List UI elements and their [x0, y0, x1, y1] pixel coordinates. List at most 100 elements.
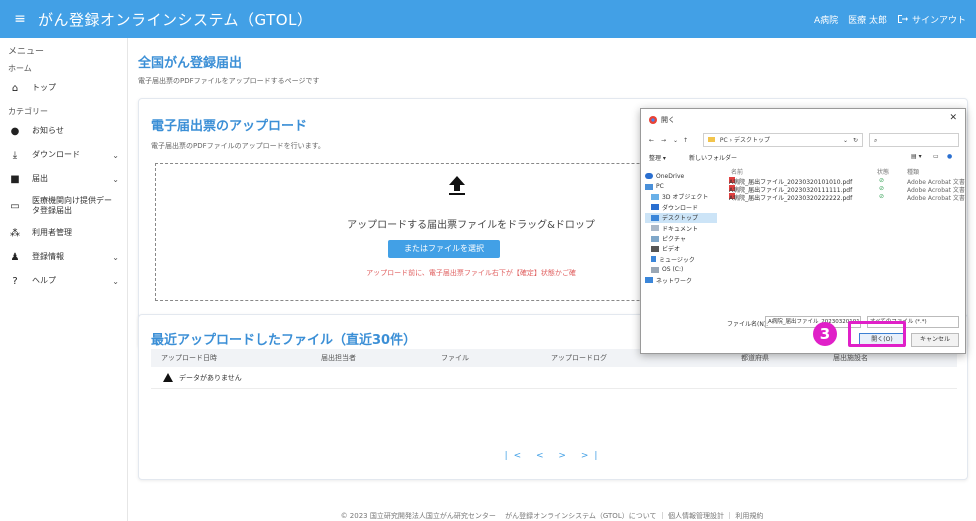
address-dropdown-icon[interactable]: ⌄ [843, 137, 848, 144]
nav-item-label: ビデオ [662, 246, 681, 254]
nav-item-documents[interactable]: ドキュメント [645, 223, 717, 233]
sync-ok-icon: ⊘ [879, 193, 885, 200]
file-icon: ■ [10, 173, 20, 185]
nav-item-desktop[interactable]: デスクトップ [645, 212, 717, 223]
address-bar[interactable]: PC › デスクトップ [703, 133, 863, 147]
warning-icon [163, 373, 173, 382]
upload-title: 電子届出票のアップロード [151, 119, 308, 134]
user-settings-icon: ♟ [10, 251, 20, 263]
signout-button[interactable]: サインアウト [897, 13, 966, 26]
recent-title: 最近アップロードしたファイル（直近30件） [151, 333, 417, 348]
file-row[interactable]: A病院_届出ファイル_20230320101010.pdf ⊘ Adobe Ac… [725, 177, 965, 186]
sidebar-item-label: トップ [32, 83, 56, 92]
file-type: Adobe Acrobat 文書 [907, 195, 965, 202]
file-list: 名前 状態 種類 A病院_届出ファイル_20230320101010.pdf ⊘… [725, 167, 965, 305]
dialog-title-bar: 開く [649, 115, 675, 125]
nav-item-label: OneDrive [656, 172, 685, 180]
chevron-down-icon: ⌄ [112, 276, 119, 286]
column-header: 状態 [877, 169, 890, 176]
nav-item-onedrive[interactable]: OneDrive [645, 171, 717, 181]
chrome-icon [649, 116, 657, 124]
organize-button[interactable]: 整理 ▾ [649, 153, 666, 162]
nav-item-label: ダウンロード [662, 204, 699, 212]
nav-item-label: デスクトップ [662, 215, 699, 223]
forward-arrow-icon[interactable]: → [661, 137, 666, 144]
nav-item-pictures[interactable]: ピクチャ [645, 233, 717, 243]
search-field[interactable]: ⌕ [869, 133, 959, 147]
document-icon [651, 225, 659, 232]
sidebar-item-news[interactable]: ● お知らせ [0, 119, 127, 143]
nav-item-label: OS (C:) [662, 266, 684, 274]
file-row[interactable]: A病院_届出ファイル_20230320222222.pdf ⊘ Adobe Ac… [725, 193, 965, 202]
recent-uploads-table: アップロード日時 届出担当者 ファイル アップロードログ 都道府県 届出施設名 … [151, 349, 957, 389]
sidebar-section-category: カテゴリー [8, 107, 48, 116]
sidebar-item-label: 登録情報 [32, 252, 64, 261]
filename-input[interactable]: A病院_届出ファイル_20230320101010 [765, 316, 861, 328]
cancel-button[interactable]: キャンセル [911, 333, 959, 347]
table-row: データがありません [151, 367, 957, 389]
sidebar-menu-label: メニュー [8, 47, 45, 57]
file-list-header: 名前 状態 種類 [725, 167, 961, 177]
up-arrow-icon[interactable]: ↑ [683, 137, 688, 144]
sidebar-item-label: 医療機関向け提供データ登録届出 [32, 196, 112, 215]
new-folder-button[interactable]: 新しいフォルダー [689, 153, 737, 162]
column-header: 届出担当者 [321, 354, 356, 362]
nav-item-videos[interactable]: ビデオ [645, 244, 717, 254]
music-icon [651, 256, 656, 263]
pagination[interactable]: |< < > >| [139, 451, 969, 461]
nav-item-music[interactable]: ミュージック [645, 254, 717, 264]
help-circle-icon[interactable]: ● [947, 153, 952, 160]
info-icon: ● [10, 125, 20, 137]
cloud-icon [645, 173, 653, 180]
sidebar-item-label: ダウンロード [32, 150, 80, 159]
empty-message: データがありません [179, 373, 242, 382]
nav-item-network[interactable]: ネットワーク [645, 275, 717, 285]
address-bar-row: ← → ⌄ ↑ PC › デスクトップ ⌄ ↻ ⌕ [645, 133, 963, 147]
preview-pane-icon[interactable]: ▭ [933, 153, 939, 160]
recent-chevron-icon[interactable]: ⌄ [673, 137, 678, 144]
nav-item-downloads[interactable]: ダウンロード [645, 202, 717, 212]
picture-icon [651, 235, 659, 242]
sidebar-item-help[interactable]: ? ヘルプ ⌄ [0, 269, 127, 293]
nav-item-label: 3D オブジェクト [662, 194, 709, 202]
file-open-dialog: 開く ✕ ← → ⌄ ↑ PC › デスクトップ ⌄ ↻ ⌕ 整理 ▾ 新しいフ… [640, 108, 966, 354]
video-icon [651, 245, 659, 252]
sidebar-item-user-management[interactable]: ⁂ 利用者管理 [0, 221, 127, 245]
nav-item-label: ミュージック [659, 256, 695, 264]
user-area: A病院 医療 太郎 サインアウト [814, 0, 966, 38]
sidebar: メニュー ホーム ⌂ トップ カテゴリー ● お知らせ ⤓ ダウンロード ⌄ ■… [0, 38, 128, 521]
file-row[interactable]: A病院_届出ファイル_20230320111111.pdf ⊘ Adobe Ac… [725, 185, 965, 194]
nav-item-label: ドキュメント [662, 225, 699, 233]
desktop-icon [651, 214, 659, 221]
step-number-badge: 3 [813, 322, 837, 346]
sidebar-item-label: ヘルプ [32, 276, 56, 285]
nav-item-pc[interactable]: PC [645, 181, 717, 191]
sidebar-item-label: お知らせ [32, 126, 64, 135]
view-options-icon[interactable]: ▤ ▾ [911, 153, 922, 160]
sidebar-item-label: 届出 [32, 174, 48, 183]
sidebar-item-provided-data[interactable]: ▭ 医療機関向け提供データ登録届出 [0, 191, 127, 221]
dialog-toolbar: 整理 ▾ 新しいフォルダー ▤ ▾ ▭ ● [649, 153, 961, 165]
refresh-icon[interactable]: ↻ [853, 137, 858, 144]
hospital-name: A病院 [813, 15, 839, 26]
sidebar-item-submission[interactable]: ■ 届出 ⌄ [0, 167, 127, 191]
network-icon [645, 277, 653, 284]
sidebar-item-registration-info[interactable]: ♟ 登録情報 ⌄ [0, 245, 127, 269]
sidebar-item-top[interactable]: ⌂ トップ [0, 76, 127, 100]
close-icon[interactable]: ✕ [949, 113, 957, 123]
search-icon: ⌕ [874, 137, 878, 144]
home-icon: ⌂ [11, 82, 19, 94]
sidebar-section-home: ホーム [8, 64, 32, 73]
download-icon: ⤓ [12, 149, 18, 161]
signout-icon [897, 15, 908, 23]
back-arrow-icon[interactable]: ← [649, 137, 654, 144]
choose-file-button[interactable]: またはファイルを選択 [388, 240, 500, 258]
nav-item-3d-objects[interactable]: 3D オブジェクト [645, 192, 717, 202]
download-icon [651, 204, 659, 211]
nav-item-label: PC [656, 183, 664, 191]
sidebar-item-download[interactable]: ⤓ ダウンロード ⌄ [0, 143, 127, 167]
chevron-down-icon: ⌄ [112, 252, 119, 262]
sidebar-item-label: 利用者管理 [32, 228, 72, 237]
hamburger-menu-icon[interactable]: ≡ [8, 11, 32, 27]
nav-item-os-drive[interactable]: OS (C:) [645, 265, 717, 275]
